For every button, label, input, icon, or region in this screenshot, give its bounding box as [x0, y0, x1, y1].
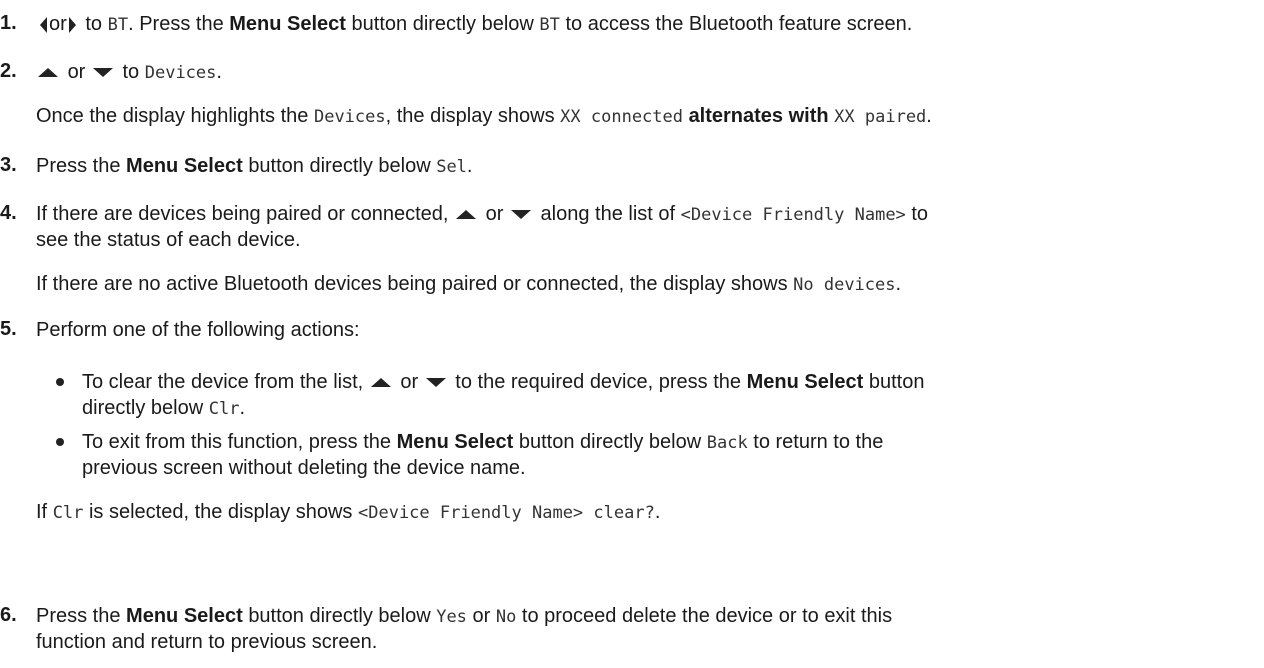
step-text: Perform one of the following actions:	[36, 319, 360, 341]
step-text: or to BT. Press the Menu Select button d…	[36, 12, 912, 37]
step-text: or to Devices.	[36, 60, 222, 85]
step-number: 2.	[0, 60, 17, 82]
step-note: If there are no active Bluetooth devices…	[36, 273, 902, 295]
left-arrow-icon	[40, 16, 47, 33]
right-arrow-icon	[68, 16, 76, 33]
up-arrow-icon	[456, 210, 477, 220]
up-arrow-icon	[38, 68, 58, 78]
step-note: Once the display highlights the Devices,…	[36, 105, 932, 127]
step-number: 6.	[0, 604, 17, 626]
down-arrow-icon	[425, 378, 446, 388]
step-number: 1.	[0, 12, 17, 34]
bullet-icon	[56, 378, 64, 386]
step-text: Press the Menu Select button directly be…	[36, 605, 893, 627]
step-text-cont: function and return to previous screen.	[36, 631, 378, 653]
down-arrow-icon	[510, 210, 531, 220]
step-text-cont: see the status of each device.	[36, 229, 301, 251]
step-note: If Clr is selected, the display shows <D…	[36, 501, 661, 523]
step-text: If there are devices being paired or con…	[36, 203, 929, 225]
bullet-text: To exit from this function, press the Me…	[82, 431, 884, 453]
step-number: 5.	[0, 318, 17, 340]
step-text: Press the Menu Select button directly be…	[36, 155, 473, 177]
up-arrow-icon	[370, 378, 391, 388]
step-number: 4.	[0, 202, 17, 224]
bullet-text-cont: directly below Clr.	[82, 397, 246, 419]
bullet-text-cont: previous screen without deleting the dev…	[82, 457, 526, 479]
down-arrow-icon	[92, 68, 113, 78]
bullet-icon	[56, 438, 64, 446]
bullet-text: To clear the device from the list, or to…	[82, 371, 925, 393]
step-number: 3.	[0, 154, 17, 176]
